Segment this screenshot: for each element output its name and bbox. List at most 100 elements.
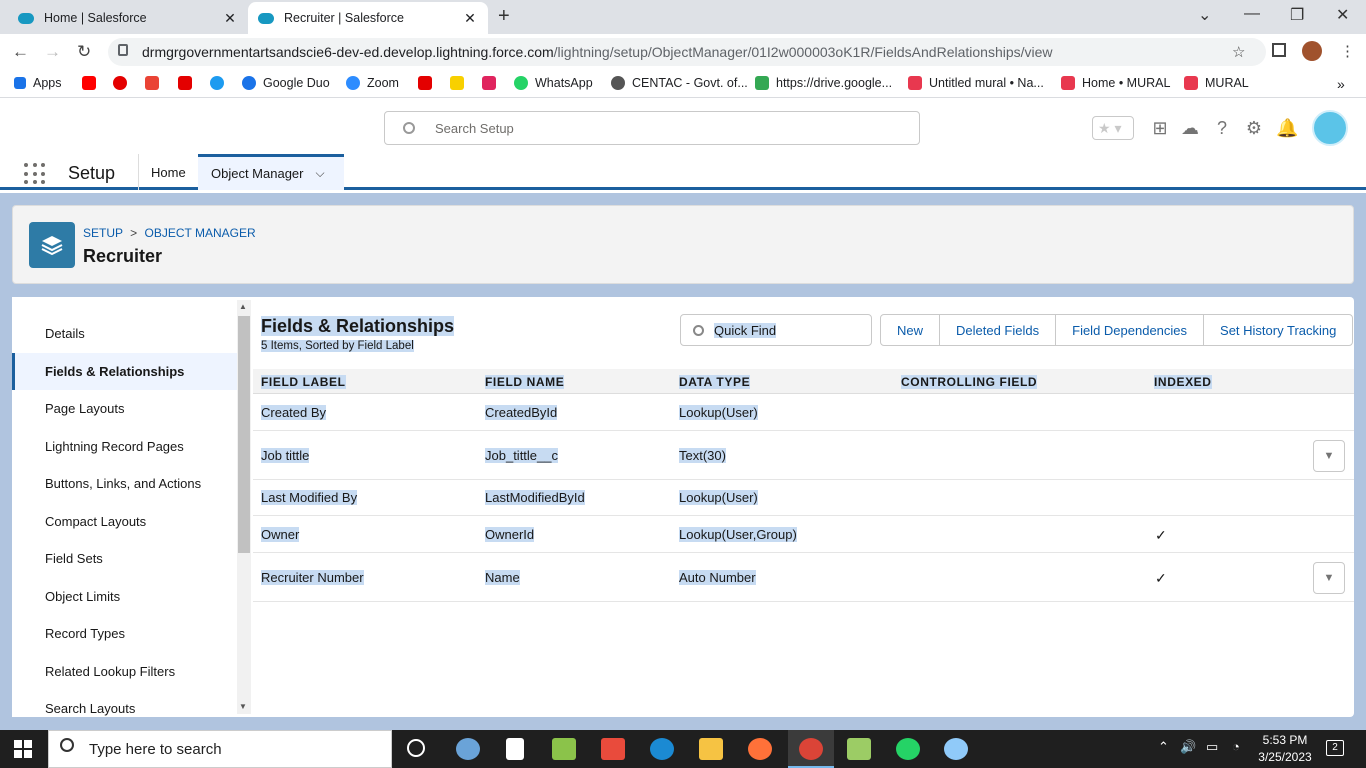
close-icon[interactable]: ✕: [462, 10, 478, 27]
tray-chevron-up-icon[interactable]: ⌃: [1158, 739, 1169, 755]
battery-icon[interactable]: ▭: [1206, 739, 1218, 755]
column-header-field-name[interactable]: FIELD NAME: [485, 375, 565, 389]
windows-start-icon[interactable]: [14, 740, 32, 758]
volume-icon[interactable]: 🔊: [1180, 739, 1196, 755]
sidebar-item[interactable]: Object Limits: [12, 578, 237, 615]
bookmark-zoom[interactable]: Zoom: [346, 76, 399, 90]
bookmark-centac[interactable]: CENTAC - Govt. of...: [611, 76, 748, 90]
nav-tab-home[interactable]: Home: [151, 165, 186, 180]
favorites-star-icon[interactable]: ★ ▾: [1092, 116, 1134, 140]
column-header-indexed[interactable]: INDEXED: [1154, 375, 1212, 389]
address-bar[interactable]: drmgrgovernmentartsandscie6-dev-ed.devel…: [108, 38, 1266, 66]
gmail-icon[interactable]: [145, 76, 166, 90]
reload-icon[interactable]: ↻: [77, 42, 91, 62]
sidebar-item[interactable]: Record Types: [12, 615, 237, 652]
deleted-fields-button[interactable]: Deleted Fields: [940, 315, 1057, 345]
avatar[interactable]: [1312, 110, 1348, 146]
airtel-icon[interactable]: [113, 76, 134, 90]
youtube-icon[interactable]: [82, 76, 103, 90]
quick-find-input[interactable]: Quick Find: [680, 314, 872, 346]
sidebar-item[interactable]: Buttons, Links, and Actions: [12, 465, 237, 502]
bookmark-red-icon[interactable]: [482, 76, 503, 90]
chevron-down-icon[interactable]: ⌄: [1198, 5, 1211, 25]
gear-icon[interactable]: ⚙: [1244, 118, 1264, 138]
app-launcher-icon[interactable]: [24, 163, 46, 185]
profile-avatar-icon[interactable]: [1302, 41, 1322, 61]
browser-tab-recruiter[interactable]: Recruiter | Salesforce ✕: [248, 2, 488, 34]
airtel-icon[interactable]: [418, 76, 439, 90]
set-history-tracking-button[interactable]: Set History Tracking: [1204, 315, 1352, 345]
field-label-link[interactable]: Recruiter Number: [261, 569, 364, 585]
field-label-link[interactable]: Job tittle: [261, 447, 310, 463]
back-icon[interactable]: ←: [12, 42, 29, 62]
taskbar-search-input[interactable]: Type here to search: [48, 730, 392, 768]
sidebar-item[interactable]: Related Lookup Filters: [12, 653, 237, 690]
flipkart-icon[interactable]: [450, 76, 471, 90]
bookmark-drive[interactable]: https://drive.google...: [755, 76, 892, 90]
row-actions-dropdown-button[interactable]: ▼: [1313, 439, 1345, 472]
window-close-icon[interactable]: ✕: [1336, 5, 1349, 25]
scrollbar-thumb[interactable]: [238, 316, 250, 553]
star-icon[interactable]: ☆: [1232, 43, 1245, 61]
more-vert-icon[interactable]: ⋮: [1340, 42, 1355, 60]
column-header-controlling-field[interactable]: CONTROLLING FIELD: [901, 375, 1038, 389]
lock-icon[interactable]: [118, 44, 128, 56]
setup-search-input[interactable]: Search Setup: [384, 111, 920, 145]
field-label-link[interactable]: Created By: [261, 404, 327, 420]
bluestacks-icon[interactable]: [847, 738, 871, 760]
sidebar-item[interactable]: Compact Layouts: [12, 503, 237, 540]
taskbar-clock[interactable]: 5:53 PM 3/25/2023: [1252, 733, 1318, 764]
sidebar-panel-icon[interactable]: [1272, 43, 1286, 57]
app-icon[interactable]: [552, 738, 576, 760]
bookmark-whatsapp[interactable]: WhatsApp: [514, 76, 593, 90]
whatsapp-icon[interactable]: [896, 738, 920, 760]
bookmark-mural-home[interactable]: Home • MURAL: [1061, 76, 1170, 90]
field-label-link[interactable]: Owner: [261, 526, 300, 542]
sidebar-item[interactable]: Details: [12, 315, 237, 352]
bookmark-mural-untitled[interactable]: Untitled mural • Na...: [908, 76, 1044, 90]
scroll-down-icon[interactable]: ▼: [239, 702, 247, 711]
nav-tab-object-manager[interactable]: Object Manager ⌵: [198, 154, 344, 190]
sidebar-item[interactable]: Page Layouts: [12, 390, 237, 427]
git-icon[interactable]: [601, 738, 625, 760]
trailhead-icon[interactable]: ☁: [1180, 118, 1200, 138]
twitter-icon[interactable]: [210, 76, 231, 90]
column-header-data-type[interactable]: DATA TYPE: [679, 375, 751, 389]
forward-icon[interactable]: →: [44, 42, 61, 62]
sidebar-item[interactable]: Field Sets: [12, 540, 237, 577]
new-button[interactable]: New: [881, 315, 941, 345]
field-dependencies-button[interactable]: Field Dependencies: [1056, 315, 1205, 345]
breadcrumb-object-manager[interactable]: OBJECT MANAGER: [145, 226, 256, 240]
chevron-down-icon[interactable]: ⌵: [316, 166, 325, 181]
bell-icon[interactable]: 🔔: [1276, 118, 1298, 138]
close-icon[interactable]: ✕: [222, 10, 238, 27]
bookmarks-overflow-icon[interactable]: »: [1337, 76, 1345, 92]
bookmark-apps[interactable]: Apps: [14, 76, 62, 90]
breadcrumb-setup[interactable]: SETUP: [83, 226, 123, 240]
paint-palette-icon[interactable]: [944, 738, 968, 760]
restore-icon[interactable]: ❐: [1290, 5, 1304, 25]
help-icon[interactable]: ?: [1212, 118, 1232, 138]
file-explorer-icon[interactable]: [699, 738, 723, 760]
paint-icon[interactable]: [456, 738, 480, 760]
bookmark-mural[interactable]: MURAL: [1184, 76, 1249, 90]
task-view-icon[interactable]: [407, 739, 425, 757]
sidebar-item[interactable]: Lightning Record Pages: [12, 428, 237, 465]
bookmark-google-duo[interactable]: Google Duo: [242, 76, 330, 90]
new-tab-icon[interactable]: +: [498, 5, 510, 28]
add-icon[interactable]: ⊞: [1150, 118, 1170, 138]
column-header-field-label[interactable]: FIELD LABEL: [261, 375, 346, 389]
file-icon[interactable]: [506, 738, 524, 760]
minimize-icon[interactable]: —: [1244, 5, 1260, 23]
field-label-link[interactable]: Last Modified By: [261, 490, 358, 505]
sidebar-item[interactable]: Fields & Relationships: [12, 352, 237, 390]
edge-icon[interactable]: [650, 738, 674, 760]
firefox-icon[interactable]: [748, 738, 772, 760]
row-actions-dropdown-button[interactable]: ▼: [1313, 561, 1345, 594]
sidebar-item[interactable]: Search Layouts: [12, 690, 237, 727]
notification-icon[interactable]: 2: [1326, 740, 1344, 756]
airtel-icon[interactable]: [178, 76, 199, 90]
scroll-up-icon[interactable]: ▲: [239, 302, 247, 311]
browser-tab-home[interactable]: Home | Salesforce ✕: [8, 2, 248, 34]
wifi-icon[interactable]: ◔: [1232, 739, 1240, 754]
